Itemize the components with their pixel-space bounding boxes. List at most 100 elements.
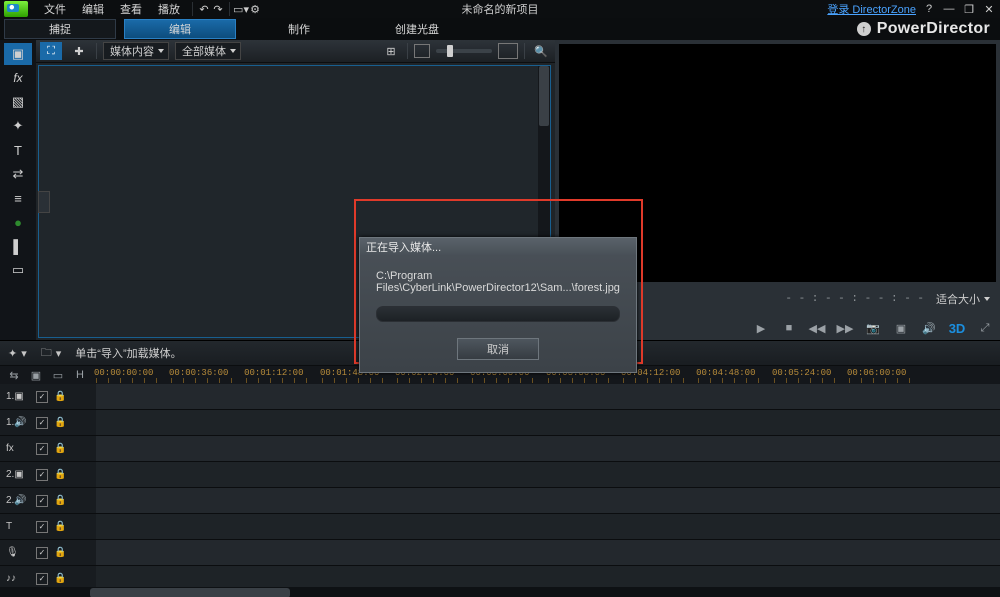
track-lock-icon[interactable]: 🔒	[54, 391, 66, 402]
track-visible-checkbox[interactable]: ✓	[36, 495, 48, 507]
aspect-icon[interactable]: ▭▾	[234, 2, 248, 16]
track-lane[interactable]	[96, 462, 1000, 487]
track-header[interactable]: 1.▣✓🔒	[0, 384, 96, 409]
track-lane[interactable]	[96, 436, 1000, 461]
track-header[interactable]: 1.🔊 ✓ 🔒	[0, 410, 96, 435]
play-icon[interactable]: ▶	[752, 319, 770, 337]
particle-room-icon[interactable]: ✦	[4, 115, 32, 137]
track-label: 1.🔊	[6, 417, 30, 428]
minimize-icon[interactable]: —	[942, 2, 956, 16]
track-header[interactable]: ♪♪✓🔒	[0, 566, 96, 587]
thumb-size-slider[interactable]	[436, 49, 492, 53]
signin-link[interactable]: 登录 DirectorZone	[827, 1, 916, 17]
track-lane[interactable]	[96, 566, 1000, 587]
undo-icon[interactable]: ↶	[197, 2, 211, 16]
track-header[interactable]: 2.▣✓🔒	[0, 462, 96, 487]
media-room-icon[interactable]: ▣	[4, 43, 32, 65]
track-header[interactable]: 2.🔊✓🔒	[0, 488, 96, 513]
track-visible-checkbox[interactable]: ✓	[36, 469, 48, 481]
track-header[interactable]: fx✓🔒	[0, 436, 96, 461]
track-lock-icon[interactable]: 🔒	[54, 547, 66, 558]
brand-area: ↑ PowerDirector	[857, 18, 990, 40]
magic-tools-button[interactable]: ✦▾	[8, 347, 27, 360]
tab-produce[interactable]: 制作	[244, 20, 354, 38]
track-header[interactable]: T✓🔒	[0, 514, 96, 539]
preview-3d-button[interactable]: 3D	[948, 319, 966, 337]
menu-edit[interactable]: 编辑	[74, 1, 112, 17]
transition-room-icon[interactable]: ⇄	[4, 163, 32, 185]
timeline-hscroll[interactable]	[0, 587, 1000, 597]
track-lane[interactable]	[96, 514, 1000, 539]
panel-collapse-handle[interactable]	[38, 191, 50, 213]
stop-icon[interactable]: ■	[780, 319, 798, 337]
menu-view[interactable]: 查看	[112, 1, 150, 17]
track-lane[interactable]	[96, 540, 1000, 565]
track-lane[interactable]	[96, 410, 1000, 435]
import-media-dialog: 正在导入媒体... C:\Program Files\CyberLink\Pow…	[359, 237, 637, 373]
help-icon[interactable]: ?	[922, 2, 936, 16]
upload-icon[interactable]: ↑	[857, 22, 871, 36]
loop-icon[interactable]: ▣	[892, 319, 910, 337]
import-progress-bar	[376, 306, 620, 322]
ruler-tool-3[interactable]: H	[72, 368, 88, 382]
track-header[interactable]: 🎙✓🔒	[0, 540, 96, 565]
menu-play[interactable]: 播放	[150, 1, 188, 17]
close-icon[interactable]: ✕	[982, 2, 996, 16]
ruler-label: 00:04:48:00	[696, 368, 755, 378]
track-visible-checkbox[interactable]: ✓	[36, 391, 48, 403]
view-grid-icon[interactable]: ⊞	[381, 43, 401, 59]
ruler-tool-2[interactable]: ▭	[50, 368, 66, 382]
import-media-icon[interactable]: ⛶	[40, 42, 62, 60]
track-visible-checkbox[interactable]: ✓	[36, 573, 48, 585]
zoom-fit-dropdown[interactable]: 适合大小	[930, 291, 994, 307]
volume-icon[interactable]: 🔊	[920, 319, 938, 337]
track-lock-icon[interactable]: 🔒	[54, 521, 66, 532]
app-logo-icon	[4, 1, 28, 17]
track-lock-icon[interactable]: 🔒	[54, 495, 66, 506]
dialog-title: 正在导入媒体...	[360, 238, 636, 256]
next-frame-icon[interactable]: ▶▶	[836, 319, 854, 337]
preview-timecode: - - : - - : - - : - -	[785, 293, 924, 305]
tab-create-disc[interactable]: 创建光盘	[362, 20, 472, 38]
undock-preview-icon[interactable]: ⤢	[976, 319, 994, 337]
ruler-label: 00:05:24:00	[772, 368, 831, 378]
tab-capture[interactable]: 捕捉	[4, 19, 116, 39]
subtitle-room-icon[interactable]: ▭	[4, 259, 32, 281]
track-visible-checkbox[interactable]: ✓	[36, 521, 48, 533]
chapter-room-icon[interactable]: ▌	[4, 235, 32, 257]
track-row: 2.🔊✓🔒	[0, 488, 1000, 514]
audio-room-icon[interactable]: ≡	[4, 187, 32, 209]
voice-room-icon[interactable]: ●	[4, 211, 32, 233]
track-visible-checkbox[interactable]: ✓	[36, 443, 48, 455]
track-lane[interactable]	[96, 488, 1000, 513]
track-row: fx✓🔒	[0, 436, 1000, 462]
thumb-small-icon[interactable]	[414, 44, 430, 58]
restore-icon[interactable]: ❐	[962, 2, 976, 16]
track-lock-icon[interactable]: 🔒	[54, 573, 66, 584]
library-search-icon[interactable]: 🔍	[531, 43, 551, 59]
thumb-large-icon[interactable]	[498, 43, 518, 59]
plugin-icon[interactable]: ✚	[68, 42, 90, 60]
tab-edit[interactable]: 编辑	[124, 19, 236, 39]
library-toolbar: ⛶ ✚ 媒体内容 全部媒体 ⊞ 🔍	[36, 40, 555, 63]
ruler-tool-0[interactable]: ⇆	[6, 368, 22, 382]
prev-frame-icon[interactable]: ◀◀	[808, 319, 826, 337]
track-lock-icon[interactable]: 🔒	[54, 443, 66, 454]
import-folder-button[interactable]: 🗀▾	[41, 344, 62, 363]
redo-icon[interactable]: ↷	[211, 2, 225, 16]
track-lock-icon[interactable]: 🔒	[54, 417, 66, 428]
cancel-button[interactable]: 取消	[457, 338, 539, 360]
track-visible-checkbox[interactable]: ✓	[36, 547, 48, 559]
track-visible-checkbox[interactable]: ✓	[36, 417, 48, 429]
media-filter-dropdown[interactable]: 全部媒体	[175, 42, 241, 60]
ruler-tool-1[interactable]: ▣	[28, 368, 44, 382]
fx-room-icon[interactable]: fx	[4, 67, 32, 89]
settings-icon[interactable]: ⚙	[248, 2, 262, 16]
pip-room-icon[interactable]: ▧	[4, 91, 32, 113]
track-lane[interactable]	[96, 384, 1000, 409]
track-lock-icon[interactable]: 🔒	[54, 469, 66, 480]
menu-file[interactable]: 文件	[36, 1, 74, 17]
title-room-icon[interactable]: T	[4, 139, 32, 161]
content-type-dropdown[interactable]: 媒体内容	[103, 42, 169, 60]
snapshot-icon[interactable]: 📷	[864, 319, 882, 337]
